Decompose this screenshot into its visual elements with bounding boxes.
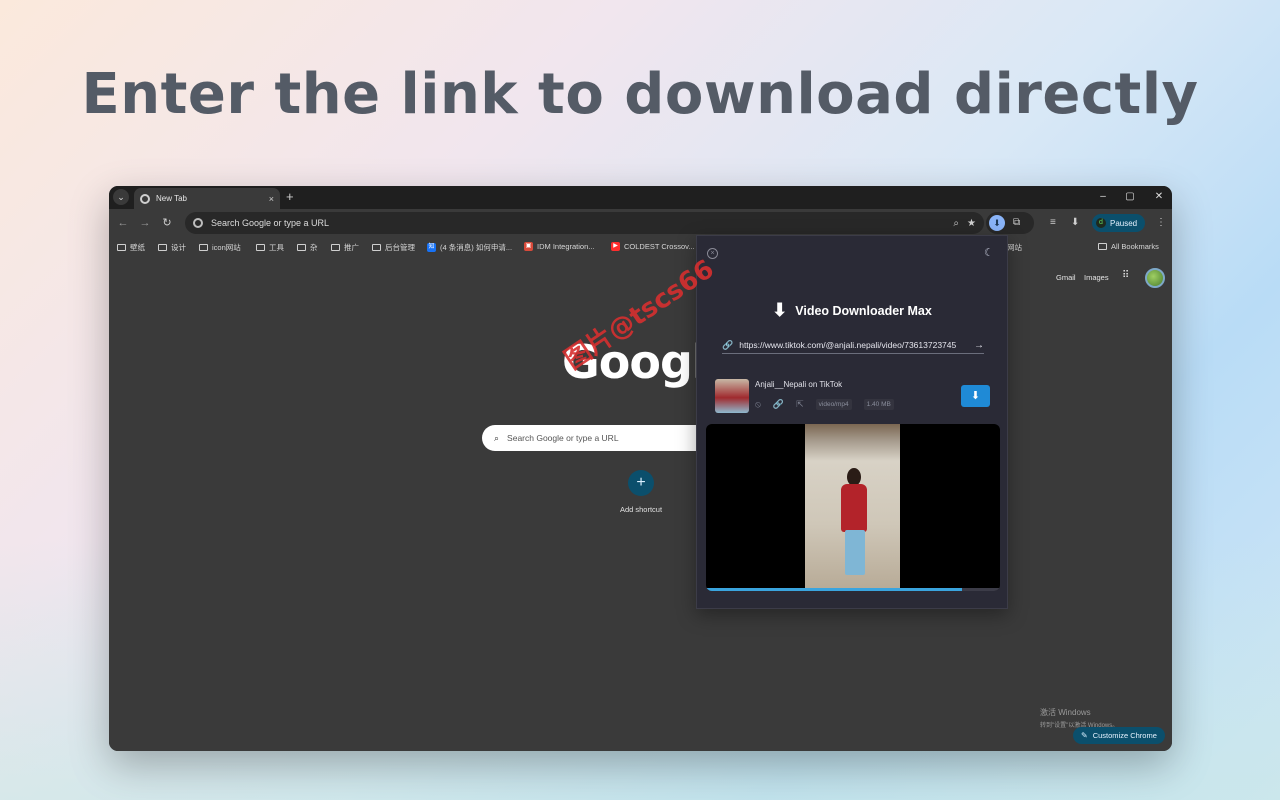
open-external-icon[interactable]: ⇱	[796, 399, 804, 410]
folder-icon	[372, 244, 381, 251]
google-apps-icon[interactable]: ⠿	[1122, 270, 1129, 281]
popup-title: Video Downloader Max	[795, 303, 932, 318]
bookmark-folder[interactable]: 后台管理	[372, 242, 415, 253]
profile-status-label: Paused	[1110, 218, 1138, 228]
bookmark-folder[interactable]: 工具	[256, 242, 284, 253]
link-icon: 🔗	[722, 339, 734, 350]
moon-icon[interactable]: ☾	[984, 246, 994, 259]
tab-search-menu[interactable]: ⌄	[113, 189, 129, 205]
bookmark-star-icon[interactable]: ★	[967, 218, 976, 229]
folder-icon	[117, 244, 126, 251]
video-downloader-popup: × ☾ ⬇ Video Downloader Max 🔗 https://www…	[696, 235, 1008, 609]
popup-header: ⬇ Video Downloader Max	[697, 300, 1007, 321]
copy-link-icon[interactable]: 🔗	[773, 399, 784, 410]
activate-windows-notice: 激活 Windows 转到"设置"以激活 Windows。	[1040, 707, 1118, 729]
format-badge: video/mp4	[815, 399, 852, 410]
all-bookmarks-folder[interactable]: All Bookmarks	[1098, 242, 1159, 251]
video-meta: ⦸ 🔗 ⇱ video/mp4 1.40 MB	[755, 399, 894, 410]
video-person-shirt	[841, 484, 867, 532]
omnibox[interactable]: Search Google or type a URL ⌕ ★	[185, 212, 984, 234]
reload-button[interactable]: ↻	[159, 215, 175, 231]
toolbar: ← → ↻ Search Google or type a URL ⌕ ★ ⬇ …	[109, 209, 1172, 237]
folder-icon	[256, 244, 265, 251]
close-window-button[interactable]: ✕	[1150, 189, 1168, 205]
add-shortcut-button[interactable]: +	[628, 470, 654, 496]
images-link[interactable]: Images	[1084, 273, 1109, 282]
bookmark-link[interactable]: ▶ COLDEST Crossov...	[611, 242, 695, 251]
customize-chrome-label: Customize Chrome	[1092, 731, 1157, 740]
submit-arrow-icon[interactable]: →	[974, 340, 984, 351]
forward-button[interactable]: →	[137, 215, 153, 231]
video-downloader-extension-icon[interactable]: ⬇	[989, 215, 1005, 231]
media-controls-icon[interactable]: ≡	[1050, 215, 1056, 231]
close-icon[interactable]: ×	[707, 248, 718, 259]
new-tab-button[interactable]: +	[286, 189, 294, 205]
zhihu-icon: 知	[427, 243, 436, 252]
chrome-menu-icon[interactable]: ⋮	[1156, 215, 1166, 231]
headline: Enter the link to download directly	[81, 62, 1199, 127]
bookmark-folder[interactable]: 壁纸	[117, 242, 145, 253]
google-g-icon	[193, 218, 203, 228]
extensions-group: ⬇ ⧉	[986, 212, 1034, 234]
pencil-icon: ✎	[1081, 731, 1088, 740]
tab-new-tab[interactable]: New Tab ×	[134, 188, 280, 209]
download-logo-icon: ⬇	[772, 300, 788, 320]
idm-icon: ▣	[524, 242, 533, 251]
activate-windows-title: 激活 Windows	[1040, 708, 1091, 717]
bookmark-folder[interactable]: 推广	[331, 242, 359, 253]
folder-icon	[158, 244, 167, 251]
gmail-link[interactable]: Gmail	[1056, 273, 1076, 282]
add-shortcut-label[interactable]: Add shortcut	[599, 505, 683, 514]
video-progress-fill	[706, 588, 962, 591]
folder-icon	[199, 244, 208, 251]
youtube-icon: ▶	[611, 242, 620, 251]
size-badge: 1.40 MB	[863, 399, 894, 410]
minimize-button[interactable]: –	[1094, 189, 1112, 205]
chrome-icon	[140, 193, 150, 204]
video-title: Anjali__Nepali on TikTok	[755, 380, 843, 389]
customize-chrome-button[interactable]: ✎ Customize Chrome	[1073, 727, 1165, 744]
avatar[interactable]	[1145, 268, 1165, 288]
video-progress-bar[interactable]	[706, 588, 1000, 591]
bookmark-link[interactable]: 知 (4 条消息) 如何申请...	[427, 242, 512, 253]
bookmark-folder[interactable]: 网站	[1007, 242, 1022, 253]
downloads-icon[interactable]: ⬇	[1071, 215, 1079, 231]
block-icon[interactable]: ⦸	[755, 399, 761, 410]
tab-close-icon[interactable]: ×	[269, 194, 274, 204]
folder-icon	[297, 244, 306, 251]
folder-icon	[1098, 243, 1107, 250]
url-value[interactable]: https://www.tiktok.com/@anjali.nepali/vi…	[739, 340, 968, 350]
video-thumbnail	[715, 379, 749, 413]
bookmark-folder[interactable]: 杂	[297, 242, 318, 253]
maximize-button[interactable]: ▢	[1121, 189, 1139, 205]
url-input[interactable]: 🔗 https://www.tiktok.com/@anjali.nepali/…	[722, 337, 984, 354]
profile-paused-button[interactable]: d Paused	[1092, 214, 1146, 232]
search-placeholder[interactable]: Search Google or type a URL	[507, 433, 619, 443]
folder-icon	[331, 244, 340, 251]
browser-window: ⌄ New Tab × + – ▢ ✕ ← → ↻ Search Google …	[109, 186, 1172, 751]
search-icon: ⌕	[494, 432, 500, 443]
extensions-puzzle-icon[interactable]: ⧉	[1013, 215, 1020, 231]
download-button[interactable]: ⬇	[961, 385, 990, 407]
bookmark-folder[interactable]: icon网站	[199, 242, 241, 253]
omnibox-placeholder[interactable]: Search Google or type a URL	[211, 218, 945, 228]
video-frame	[805, 424, 900, 591]
bookmark-link[interactable]: ▣ IDM Integration...	[524, 242, 595, 251]
profile-avatar: d	[1096, 218, 1106, 228]
tab-strip: ⌄ New Tab × + – ▢ ✕	[109, 186, 1172, 209]
video-person-skirt	[845, 530, 865, 575]
bookmark-folder[interactable]: 设计	[158, 242, 186, 253]
zoom-icon[interactable]: ⌕	[953, 218, 959, 229]
back-button[interactable]: ←	[115, 215, 131, 231]
tab-title: New Tab	[156, 194, 187, 203]
video-preview[interactable]	[706, 424, 1000, 591]
bookmarks-bar: 壁纸 设计 icon网站 工具 杂 推广 后台管理 知 (4 条消息) 如何申请.…	[109, 237, 1172, 257]
